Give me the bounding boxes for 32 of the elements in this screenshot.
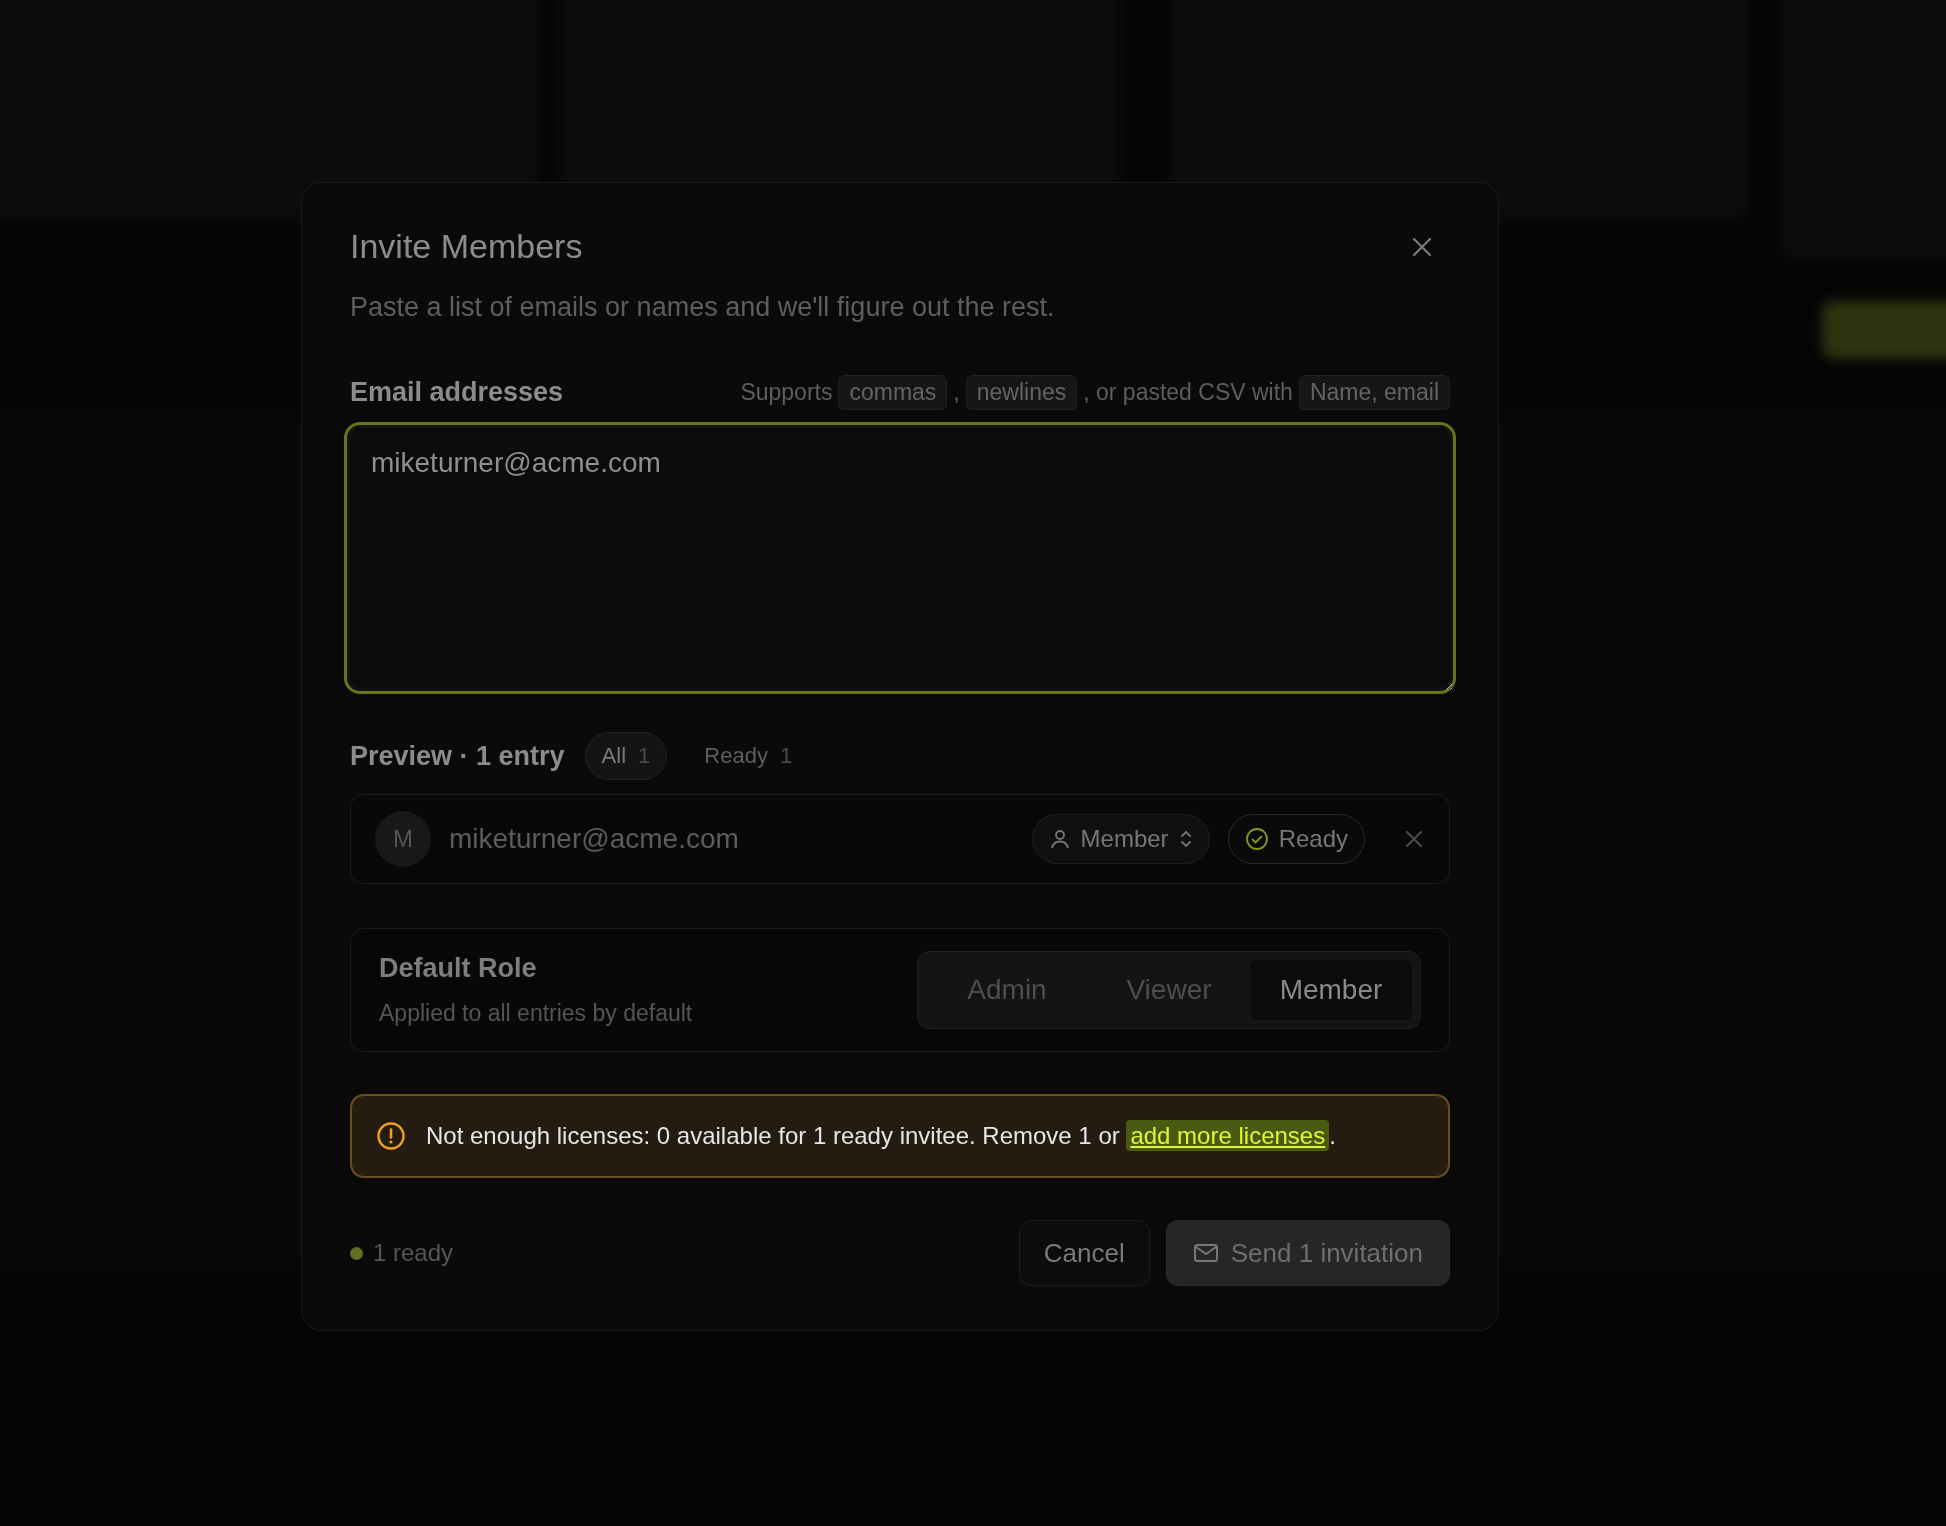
role-option[interactable]: Admin bbox=[926, 960, 1088, 1020]
role-option[interactable]: Member bbox=[1250, 960, 1412, 1020]
hint-text: , bbox=[953, 379, 960, 406]
status-dot bbox=[350, 1246, 363, 1260]
ready-count: 1 ready bbox=[373, 1239, 454, 1267]
hint-text: Supports bbox=[740, 379, 833, 406]
entry-email: miketurner@acme.com bbox=[449, 823, 740, 855]
send-button[interactable]: Send 1 invitation bbox=[1165, 1220, 1450, 1286]
chevron-icon bbox=[1178, 828, 1193, 850]
format-chip: commas bbox=[838, 375, 948, 410]
status-badge: Ready bbox=[1227, 814, 1365, 864]
email-input[interactable]: miketurner@acme.com bbox=[344, 422, 1456, 694]
dialog-title: Invite Members bbox=[350, 227, 583, 266]
check-circle-icon bbox=[1244, 827, 1269, 851]
field-label: Email addresses bbox=[350, 377, 564, 408]
warning-icon bbox=[376, 1121, 406, 1151]
hint-text: , or pasted CSV with bbox=[1083, 379, 1293, 406]
cancel-button[interactable]: Cancel bbox=[1018, 1220, 1150, 1286]
section-description: Applied to all entries by default bbox=[379, 1000, 693, 1027]
format-chip: Name, email bbox=[1298, 375, 1450, 410]
add-licenses-link[interactable]: add more licenses bbox=[1126, 1120, 1330, 1151]
warning-message: Not enough licenses: 0 available for 1 ready invitee. Remove 1 or add more licenses . bbox=[426, 1122, 1336, 1150]
section-title: Default Role bbox=[379, 953, 538, 984]
role-option[interactable]: Viewer bbox=[1088, 960, 1250, 1020]
format-chip: newlines bbox=[965, 375, 1078, 410]
person-icon bbox=[1048, 828, 1071, 850]
dialog-subtitle: Paste a list of emails or names and we'll figure out the rest. bbox=[350, 292, 1056, 323]
envelope-icon bbox=[1192, 1242, 1219, 1264]
role-select[interactable]: Member bbox=[1031, 814, 1210, 864]
preview-title: Preview · 1 entry bbox=[350, 740, 565, 772]
avatar: M bbox=[375, 811, 431, 867]
filter-tab[interactable]: Ready 1 bbox=[687, 732, 810, 780]
